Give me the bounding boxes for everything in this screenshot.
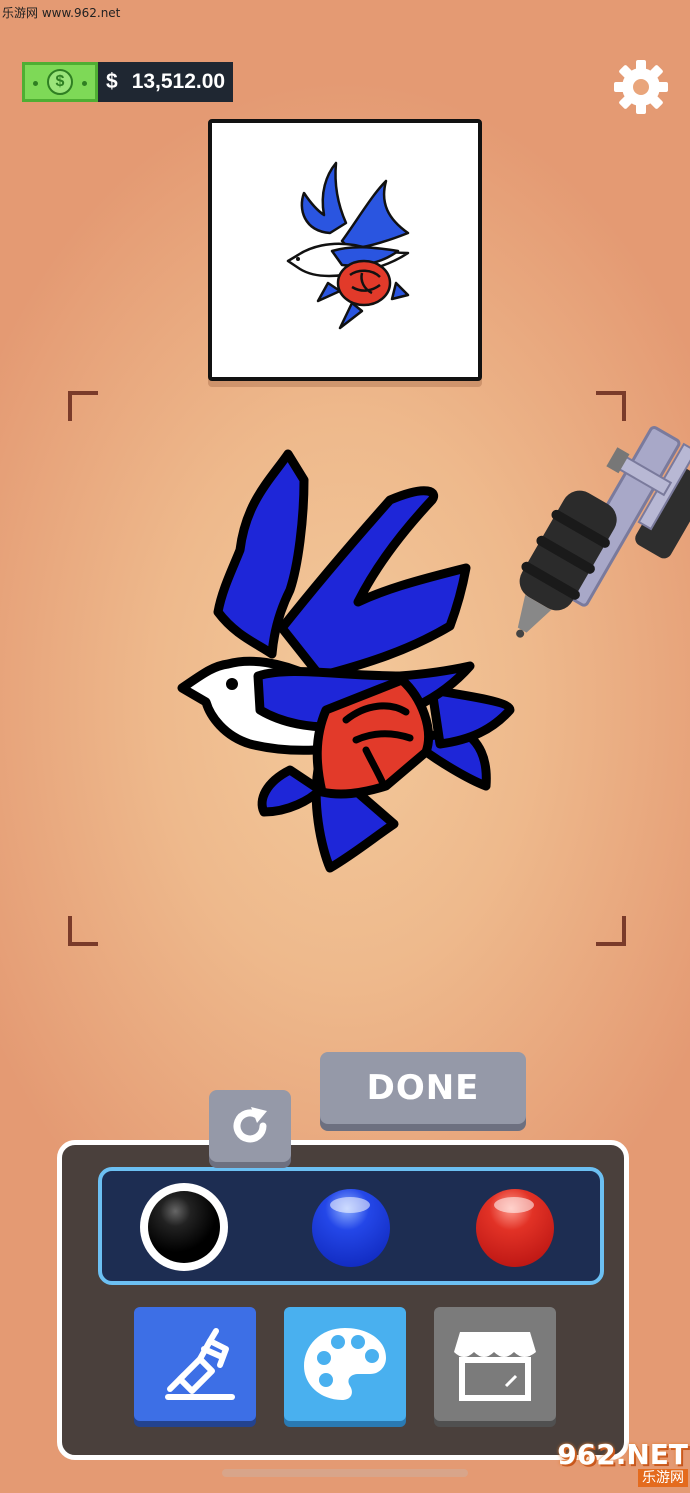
color-palette <box>98 1167 604 1285</box>
color-swatch-red[interactable] <box>476 1189 554 1267</box>
frame-corner-bottom-right <box>596 916 626 946</box>
money-amount: $ 13,512.00 <box>98 62 234 102</box>
money-display: $ $ 13,512.00 <box>22 62 234 102</box>
home-indicator <box>222 1469 468 1477</box>
reference-design-card <box>208 119 482 381</box>
money-value: 13,512.00 <box>131 70 226 93</box>
shop-icon <box>454 1332 536 1401</box>
color-swatch-blue[interactable] <box>312 1189 390 1267</box>
currency-symbol: $ <box>106 70 118 93</box>
palette-tool-button[interactable] <box>284 1307 406 1421</box>
done-button[interactable]: DONE <box>320 1052 526 1124</box>
tool-panel <box>57 1140 629 1460</box>
tattoo-tool-button[interactable] <box>134 1307 256 1421</box>
watermark-text: 乐游网 www.962.net <box>2 6 121 20</box>
watermark-logo: 962.NET 乐游网 <box>557 1438 688 1487</box>
frame-corner-top-left <box>68 391 98 421</box>
tattoo-drawing-canvas[interactable] <box>170 440 520 880</box>
dollar-bill-icon: $ <box>22 62 98 102</box>
redo-icon <box>233 1107 267 1143</box>
gear-icon[interactable] <box>612 58 670 116</box>
paint-palette-icon <box>304 1328 386 1400</box>
color-swatch-black[interactable] <box>140 1183 228 1271</box>
frame-corner-bottom-left <box>68 916 98 946</box>
shop-tool-button[interactable] <box>434 1307 556 1421</box>
redo-button[interactable] <box>209 1090 291 1162</box>
swallow-rose-tattoo-icon <box>286 161 410 330</box>
tattoo-machine-icon[interactable] <box>480 400 690 680</box>
tattoo-machine-icon <box>165 1328 235 1400</box>
